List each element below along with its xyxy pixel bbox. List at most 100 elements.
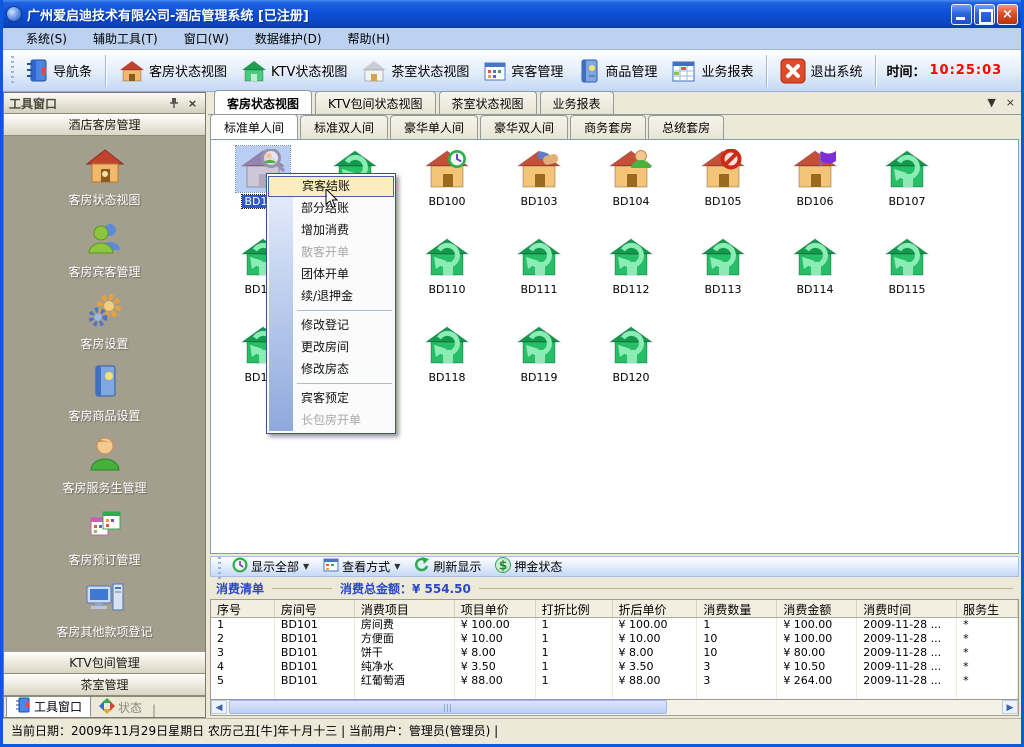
context-menu-item-4[interactable]: 团体开单 <box>267 263 395 285</box>
toolbar-button-room-status[interactable]: 客房状态视图 <box>112 56 234 86</box>
chevron-down-icon[interactable]: ▼ <box>303 562 309 571</box>
table-row[interactable]: 2BD101方便面¥ 10.001¥ 10.0010¥ 100.002009-1… <box>211 632 1018 646</box>
table-cell-empty <box>613 688 698 700</box>
sidebar-item-4[interactable]: 客房服务生管理 <box>4 430 205 502</box>
context-menu-item-8[interactable]: 更改房间 <box>267 336 395 358</box>
column-header-8[interactable]: 消费时间 <box>857 600 957 617</box>
scrollbar-thumb[interactable] <box>229 700 667 714</box>
divider <box>272 588 332 589</box>
room-type-tab-4[interactable]: 商务套房 <box>570 115 646 139</box>
column-header-7[interactable]: 消费金额 <box>777 600 857 617</box>
toolbar-button-navigator[interactable]: 导航条 <box>18 55 99 87</box>
context-menu-item-2[interactable]: 增加消费 <box>267 219 395 241</box>
table-cell: 红葡萄酒 <box>355 674 455 688</box>
sidebar-bottom-tab-0[interactable]: 工具窗口 <box>6 697 91 717</box>
maximize-button[interactable] <box>974 4 995 25</box>
table-row[interactable]: 4BD101纯净水¥ 3.501¥ 3.503¥ 10.502009-11-28… <box>211 660 1018 674</box>
close-panel-icon[interactable]: × <box>185 96 200 111</box>
minimize-button[interactable] <box>951 4 972 25</box>
column-header-9[interactable]: 服务生 <box>957 600 1018 617</box>
room-BD104[interactable]: BD104 <box>585 146 677 232</box>
action-refresh[interactable]: 刷新显示 <box>407 557 488 576</box>
context-menu-item-9[interactable]: 修改房态 <box>267 358 395 380</box>
sidebar-section-1[interactable]: 茶室管理 <box>4 674 205 696</box>
tab-2[interactable]: 茶室状态视图 <box>439 91 537 114</box>
scrollbar-track[interactable] <box>227 700 1002 715</box>
room-type-tab-3[interactable]: 豪华双人间 <box>480 115 568 139</box>
menu-separator <box>297 310 392 311</box>
column-header-6[interactable]: 消费数量 <box>697 600 777 617</box>
room-type-tab-1[interactable]: 标准双人间 <box>300 115 388 139</box>
sidebar-item-0[interactable]: 客房状态视图 <box>4 142 205 214</box>
pin-icon[interactable] <box>166 96 181 111</box>
column-header-1[interactable]: 房间号 <box>275 600 355 617</box>
table-cell-empty <box>536 688 613 700</box>
action-clock[interactable]: 显示全部▼ <box>225 557 316 576</box>
room-BD110[interactable]: BD110 <box>401 234 493 320</box>
room-BD118[interactable]: BD118 <box>401 322 493 408</box>
context-menu-item-5[interactable]: 续/退押金 <box>267 285 395 307</box>
toolbar-button-guest-mgmt[interactable]: 宾客管理 <box>476 56 570 86</box>
sidebar-item-2[interactable]: 客房设置 <box>4 286 205 358</box>
room-BD105[interactable]: BD105 <box>677 146 769 232</box>
room-BD115[interactable]: BD115 <box>861 234 953 320</box>
sidebar-item-5[interactable]: 客房预订管理 <box>4 502 205 574</box>
room-BD106[interactable]: BD106 <box>769 146 861 232</box>
tab-close-icon[interactable]: × <box>1006 96 1015 110</box>
horizontal-scrollbar[interactable]: ◀ ▶ <box>210 700 1019 716</box>
toolbar-button-tea-status[interactable]: 茶室状态视图 <box>354 56 476 86</box>
room-BD103[interactable]: BD103 <box>493 146 585 232</box>
sidebar-section-hotel-room-mgmt[interactable]: 酒店客房管理 <box>4 114 205 136</box>
toolbar-button-ktv-status[interactable]: KTV状态视图 <box>234 56 354 86</box>
sidebar-item-6[interactable]: 客房其他款项登记 <box>4 574 205 646</box>
column-header-0[interactable]: 序号 <box>211 600 275 617</box>
table-row[interactable]: 1BD101房间费¥ 100.001¥ 100.001¥ 100.002009-… <box>211 618 1018 632</box>
menu-item-3[interactable]: 数据维护(D) <box>242 28 335 50</box>
room-BD119[interactable]: BD119 <box>493 322 585 408</box>
action-viewmode[interactable]: 查看方式▼ <box>316 557 407 576</box>
room-BD114[interactable]: BD114 <box>769 234 861 320</box>
sidebar-section-0[interactable]: KTV包间管理 <box>4 652 205 674</box>
tab-1[interactable]: KTV包间状态视图 <box>315 91 435 114</box>
action-deposit[interactable]: $押金状态 <box>488 557 569 576</box>
tab-scroll-down-icon[interactable]: ▼ <box>987 96 995 110</box>
menu-item-1[interactable]: 辅助工具(T) <box>80 28 171 50</box>
room-BD111[interactable]: BD111 <box>493 234 585 320</box>
column-header-4[interactable]: 打折比例 <box>536 600 613 617</box>
sidebar-collapsed-sections: KTV包间管理茶室管理 <box>4 652 205 696</box>
title-bar[interactable]: 广州爱启迪技术有限公司-酒店管理系统 [已注册] × <box>0 0 1024 28</box>
room-type-tab-0[interactable]: 标准单人间 <box>210 114 298 139</box>
menu-item-0[interactable]: 系统(S) <box>13 28 80 50</box>
toolbar-button-exit[interactable]: 退出系统 <box>773 55 869 87</box>
column-header-2[interactable]: 消费项目 <box>355 600 455 617</box>
sidebar-bottom-tab-1[interactable]: 状态 <box>91 697 150 717</box>
menu-item-2[interactable]: 窗口(W) <box>171 28 242 50</box>
room-BD100[interactable]: BD100 <box>401 146 493 232</box>
table-row[interactable]: 5BD101红葡萄酒¥ 88.001¥ 88.003¥ 264.002009-1… <box>211 674 1018 688</box>
scroll-left-icon[interactable]: ◀ <box>211 700 227 714</box>
toolbar-button-goods-mgmt[interactable]: 商品管理 <box>570 55 664 87</box>
context-menu-item-7[interactable]: 修改登记 <box>267 314 395 336</box>
sidebar-item-1[interactable]: 客房宾客管理 <box>4 214 205 286</box>
table-row[interactable]: 3BD101饼干¥ 8.001¥ 8.0010¥ 80.002009-11-28… <box>211 646 1018 660</box>
chevron-down-icon[interactable]: ▼ <box>394 562 400 571</box>
close-button[interactable]: × <box>997 4 1018 25</box>
tab-3[interactable]: 业务报表 <box>540 91 614 114</box>
table-cell: 2009-11-28 ... <box>857 632 957 646</box>
sidebar-item-list: 客房状态视图客房宾客管理客房设置客房商品设置客房服务生管理客房预订管理客房其他款… <box>4 136 205 652</box>
room-BD113[interactable]: BD113 <box>677 234 769 320</box>
room-BD120[interactable]: BD120 <box>585 322 677 408</box>
tab-0[interactable]: 客房状态视图 <box>214 90 312 114</box>
context-menu-item-11[interactable]: 宾客预定 <box>267 387 395 409</box>
column-header-3[interactable]: 项目单价 <box>455 600 536 617</box>
column-header-5[interactable]: 折后单价 <box>613 600 698 617</box>
sidebar-item-3[interactable]: 客房商品设置 <box>4 358 205 430</box>
menu-item-4[interactable]: 帮助(H) <box>335 28 403 50</box>
room-type-tab-5[interactable]: 总统套房 <box>648 115 724 139</box>
toolbar-button-report[interactable]: 业务报表 <box>664 56 760 86</box>
room-BD107[interactable]: BD107 <box>861 146 953 232</box>
scroll-right-icon[interactable]: ▶ <box>1002 700 1018 714</box>
room-BD112[interactable]: BD112 <box>585 234 677 320</box>
room-type-tab-2[interactable]: 豪华单人间 <box>390 115 478 139</box>
tool-window-titlebar[interactable]: 工具窗口 × <box>4 93 205 114</box>
